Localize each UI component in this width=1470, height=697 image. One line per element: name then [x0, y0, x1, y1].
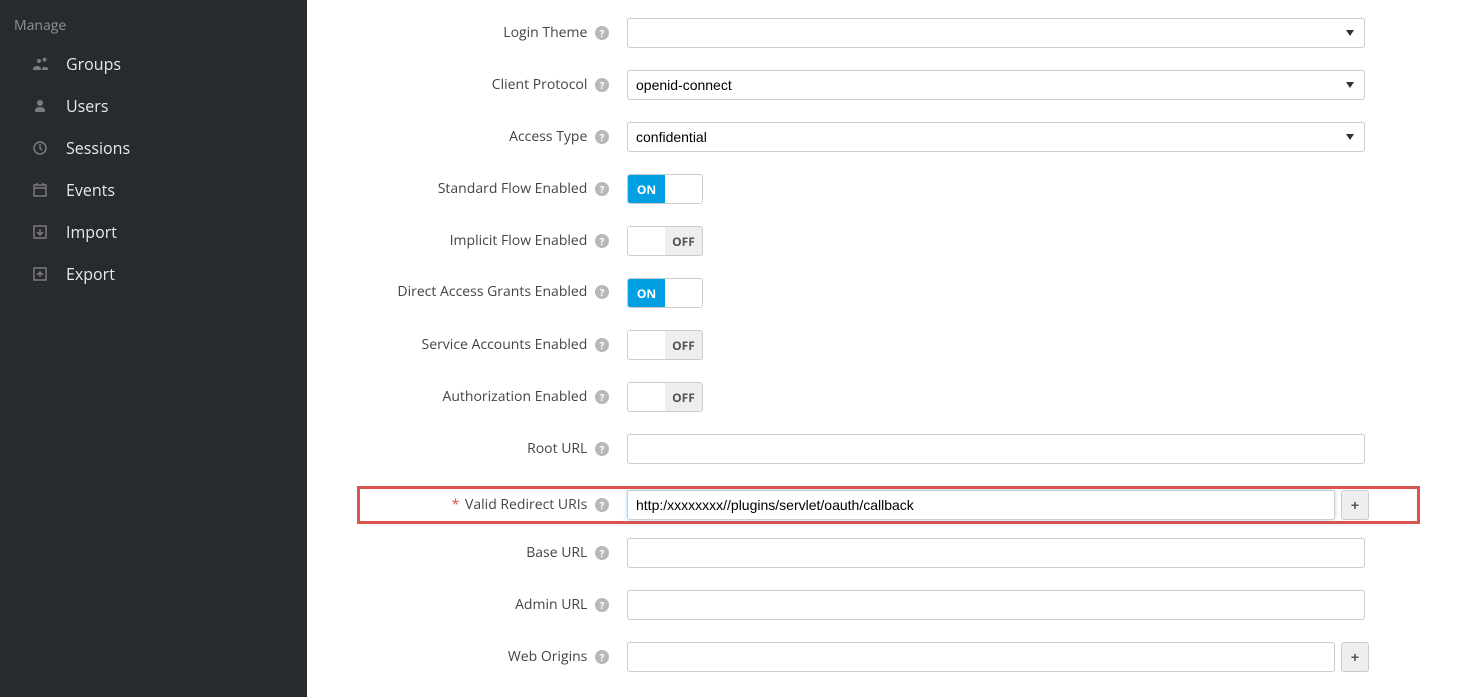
help-icon[interactable]: ?: [595, 338, 609, 352]
help-icon[interactable]: ?: [595, 78, 609, 92]
clock-icon: [30, 140, 50, 156]
row-service-accounts: Service Accounts Enabled ? OFF: [357, 330, 1420, 360]
row-access-type: Access Type ? confidential: [357, 122, 1420, 152]
user-icon: [30, 98, 50, 114]
row-authorization: Authorization Enabled ? OFF: [357, 382, 1420, 412]
sidebar-section-label: Manage: [0, 8, 307, 43]
help-icon[interactable]: ?: [595, 546, 609, 560]
sidebar-item-sessions[interactable]: Sessions: [0, 127, 307, 169]
required-marker: *: [452, 495, 460, 514]
main-content: Login Theme ? Client Protocol ? openid-c…: [307, 0, 1470, 697]
help-icon[interactable]: ?: [595, 234, 609, 248]
help-icon[interactable]: ?: [595, 442, 609, 456]
label-base-url: Base URL: [526, 543, 587, 562]
row-root-url: Root URL ?: [357, 434, 1420, 464]
groups-icon: [30, 56, 50, 72]
standard-flow-toggle[interactable]: ON: [627, 174, 703, 204]
sidebar-item-label: Import: [66, 221, 117, 243]
sidebar-item-label: Events: [66, 179, 115, 201]
label-service-accounts: Service Accounts Enabled: [422, 335, 588, 354]
help-icon[interactable]: ?: [595, 26, 609, 40]
row-web-origins: Web Origins ? +: [357, 642, 1420, 672]
row-login-theme: Login Theme ?: [357, 18, 1420, 48]
direct-access-toggle[interactable]: ON: [627, 278, 703, 308]
row-admin-url: Admin URL ?: [357, 590, 1420, 620]
label-client-protocol: Client Protocol: [492, 75, 588, 94]
row-direct-access: Direct Access Grants Enabled ? ON: [357, 278, 1420, 308]
sidebar-item-import[interactable]: Import: [0, 211, 307, 253]
import-icon: [30, 224, 50, 240]
sidebar-item-label: Sessions: [66, 137, 130, 159]
valid-redirect-input[interactable]: [627, 490, 1335, 520]
label-root-url: Root URL: [527, 439, 587, 458]
sidebar-item-label: Users: [66, 95, 108, 117]
export-icon: [30, 266, 50, 282]
add-redirect-button[interactable]: +: [1341, 490, 1369, 520]
access-type-select[interactable]: confidential: [627, 122, 1365, 152]
label-web-origins: Web Origins: [508, 647, 588, 666]
help-icon[interactable]: ?: [595, 650, 609, 664]
calendar-icon: [30, 182, 50, 198]
label-implicit-flow: Implicit Flow Enabled: [450, 231, 588, 250]
plus-icon: +: [1351, 497, 1359, 513]
sidebar-item-events[interactable]: Events: [0, 169, 307, 211]
help-icon[interactable]: ?: [595, 598, 609, 612]
plus-icon: +: [1351, 649, 1359, 665]
sidebar-item-export[interactable]: Export: [0, 253, 307, 295]
row-standard-flow: Standard Flow Enabled ? ON: [357, 174, 1420, 204]
base-url-input[interactable]: [627, 538, 1365, 568]
client-protocol-select[interactable]: openid-connect: [627, 70, 1365, 100]
sidebar-item-label: Export: [66, 263, 115, 285]
help-icon[interactable]: ?: [595, 390, 609, 404]
help-icon[interactable]: ?: [595, 130, 609, 144]
login-theme-select[interactable]: [627, 18, 1365, 48]
implicit-flow-toggle[interactable]: OFF: [627, 226, 703, 256]
sidebar-item-label: Groups: [66, 53, 121, 75]
service-accounts-toggle[interactable]: OFF: [627, 330, 703, 360]
sidebar-item-groups[interactable]: Groups: [0, 43, 307, 85]
label-access-type: Access Type: [509, 127, 587, 146]
help-icon[interactable]: ?: [595, 182, 609, 196]
sidebar-item-users[interactable]: Users: [0, 85, 307, 127]
label-valid-redirect: Valid Redirect URIs: [465, 495, 587, 514]
help-icon[interactable]: ?: [595, 498, 609, 512]
label-admin-url: Admin URL: [515, 595, 587, 614]
row-implicit-flow: Implicit Flow Enabled ? OFF: [357, 226, 1420, 256]
authorization-toggle[interactable]: OFF: [627, 382, 703, 412]
row-valid-redirect-uris: * Valid Redirect URIs ? +: [357, 486, 1420, 524]
label-login-theme: Login Theme: [503, 23, 587, 42]
label-authorization: Authorization Enabled: [442, 387, 587, 406]
sidebar: Manage Groups Users Sessions Events Impo…: [0, 0, 307, 697]
add-web-origin-button[interactable]: +: [1341, 642, 1369, 672]
admin-url-input[interactable]: [627, 590, 1365, 620]
root-url-input[interactable]: [627, 434, 1365, 464]
web-origins-input[interactable]: [627, 642, 1335, 672]
label-standard-flow: Standard Flow Enabled: [438, 179, 588, 198]
row-client-protocol: Client Protocol ? openid-connect: [357, 70, 1420, 100]
row-base-url: Base URL ?: [357, 538, 1420, 568]
help-icon[interactable]: ?: [595, 285, 609, 299]
label-direct-access: Direct Access Grants Enabled: [397, 282, 587, 301]
